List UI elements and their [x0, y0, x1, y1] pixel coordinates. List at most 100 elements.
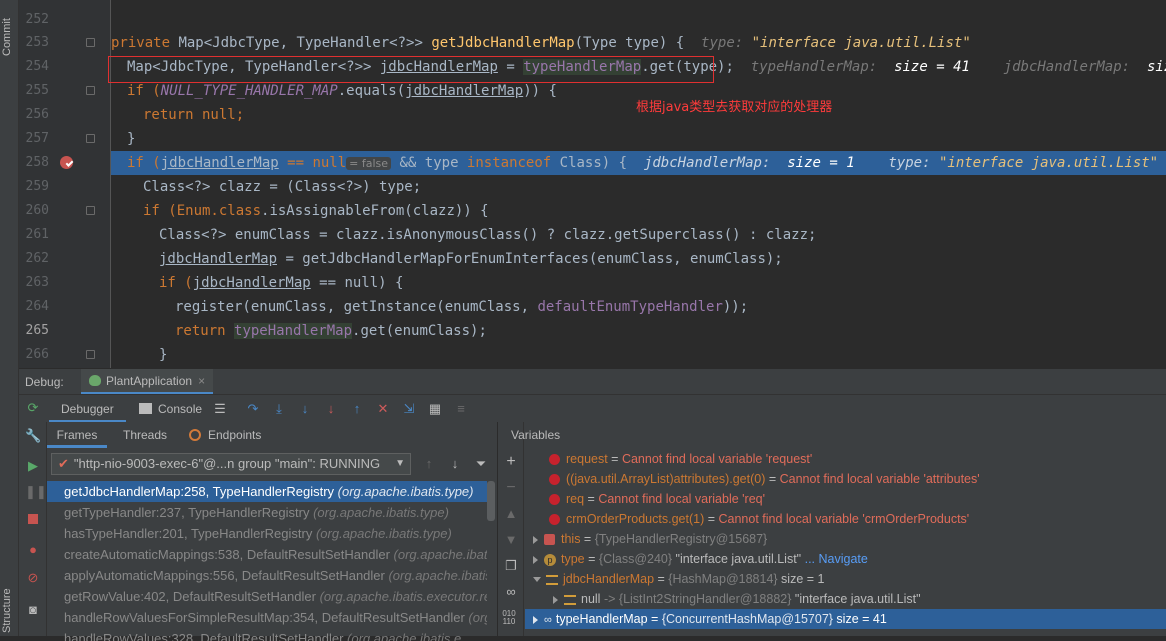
line-number: 257: [25, 131, 49, 146]
copy-icon[interactable]: ❐: [503, 558, 519, 574]
frame-row[interactable]: handleRowValuesForSimpleResultMap:354, D…: [47, 607, 487, 628]
error-icon: [549, 474, 560, 486]
code-line-253: private Map<JdbcType, TypeHandler<?>> ge…: [111, 35, 971, 51]
debugger-toolbar: Debugger Console ☰ ↷ ⤓ ↓ ↓ ↑ ✕ ⇲ ▦ ≡: [19, 394, 1166, 423]
stop-icon[interactable]: [28, 514, 38, 524]
step-over-icon[interactable]: ⤓: [271, 401, 287, 417]
expand-arrow-icon[interactable]: [553, 595, 558, 604]
line-number: 263: [25, 275, 49, 290]
code-editor[interactable]: 252 253 254 255 256 257 258 259 260 261 262 263 264 2…: [19, 0, 1166, 368]
variable-row-type[interactable]: p type = {Class@240} "interface java.util…: [525, 549, 1166, 569]
structure-tab[interactable]: Structure: [1, 586, 18, 636]
expand-arrow-icon[interactable]: [533, 535, 538, 544]
variable-row-typeHandlerMap[interactable]: ∞ typeHandlerMap = {ConcurrentHashMap@157…: [525, 609, 1166, 629]
rerun-icon[interactable]: ⟳: [25, 400, 41, 416]
commit-tab[interactable]: Commit: [1, 6, 18, 68]
variable-row-jdbcHandlerMap[interactable]: jdbcHandlerMap = {HashMap@18814} size = …: [525, 569, 1166, 589]
view-breakpoints-icon[interactable]: ●: [25, 542, 41, 558]
variable-row-this[interactable]: this = {TypeHandlerRegistry@15687}: [525, 529, 1166, 549]
settings-wrench-icon[interactable]: 🔧: [25, 428, 41, 444]
move-up-icon[interactable]: ▲: [503, 506, 519, 522]
expand-arrow-icon[interactable]: [533, 555, 538, 564]
drop-frame-icon[interactable]: ✕: [375, 401, 391, 417]
line-number: 256: [25, 107, 49, 122]
fold-marker[interactable]: [86, 206, 95, 215]
frame-row[interactable]: getTypeHandler:237, TypeHandlerRegistry …: [47, 502, 487, 523]
highlight-box: [108, 56, 714, 83]
filter-icon[interactable]: ⏷: [473, 456, 489, 472]
line-number: 254: [25, 59, 49, 74]
code-line-265: return typeHandlerMap.get(enumClass);: [175, 323, 487, 339]
evaluate-expression-icon[interactable]: ▦: [427, 401, 443, 417]
up-arrow-icon[interactable]: ↑: [421, 456, 437, 472]
variable-row-null-entry[interactable]: null -> {ListInt2StringHandler@18882} "i…: [525, 589, 1166, 609]
tab-debugger[interactable]: Debugger: [49, 395, 126, 423]
fold-marker[interactable]: [86, 350, 95, 359]
line-number: 258: [25, 155, 49, 170]
menu-icon[interactable]: ☰: [212, 401, 228, 417]
tab-endpoints[interactable]: Endpoints: [208, 428, 261, 442]
variables-tree: request = Cannot find local variable 're…: [525, 449, 1166, 639]
trace-icon[interactable]: ≡: [453, 401, 469, 417]
code-line-262: jdbcHandlerMap = getJdbcHandlerMapForEnu…: [159, 251, 783, 267]
variable-row-error[interactable]: crmOrderProducts.get(1) = Cannot find lo…: [525, 509, 1166, 529]
run-to-cursor-icon[interactable]: ⇲: [401, 401, 417, 417]
tab-frames[interactable]: Frames: [47, 422, 107, 448]
line-number: 260: [25, 203, 49, 218]
tab-console[interactable]: Console: [158, 395, 202, 423]
debug-header: Debug: PlantApplication ×: [19, 368, 1166, 395]
variable-row-error[interactable]: req = Cannot find local variable 'req': [525, 489, 1166, 509]
code-line-260: if (Enum.class.isAssignableFrom(clazz)) …: [143, 203, 489, 219]
error-icon: [549, 514, 560, 526]
step-into-icon[interactable]: ↓: [297, 401, 313, 417]
show-execution-point-icon[interactable]: ↷: [245, 401, 261, 417]
line-number: 252: [25, 12, 49, 27]
chevron-down-icon: ▼: [395, 458, 405, 469]
pause-icon[interactable]: ❚❚: [25, 484, 47, 500]
expand-arrow-icon[interactable]: [533, 615, 538, 624]
variables-title: Variables: [511, 428, 561, 442]
down-arrow-icon[interactable]: ↓: [447, 456, 463, 472]
line-number: 265: [25, 323, 49, 338]
close-icon[interactable]: ×: [198, 374, 205, 388]
fold-marker[interactable]: [86, 38, 95, 47]
move-down-icon[interactable]: ▼: [503, 532, 519, 548]
line-number: 261: [25, 227, 49, 242]
frame-row[interactable]: handleRowValues:328, DefaultResultSetHan…: [47, 628, 487, 641]
mute-breakpoints-icon[interactable]: ⊘: [25, 570, 41, 586]
line-number: 255: [25, 83, 49, 98]
frame-row[interactable]: applyAutomaticMappings:556, DefaultResul…: [47, 565, 487, 586]
variable-row-error[interactable]: request = Cannot find local variable 're…: [525, 449, 1166, 469]
frame-row-selected[interactable]: getJdbcHandlerMap:258, TypeHandlerRegist…: [47, 481, 487, 502]
step-out-icon[interactable]: ↑: [349, 401, 365, 417]
force-step-into-icon[interactable]: ↓: [323, 401, 339, 417]
left-tool-strip: Commit Structure: [0, 0, 19, 636]
frame-row[interactable]: createAutomaticMappings:538, DefaultResu…: [47, 544, 487, 565]
frame-row[interactable]: getRowValue:402, DefaultResultSetHandler…: [47, 586, 487, 607]
collapse-arrow-icon[interactable]: [533, 577, 541, 583]
line-number: 262: [25, 251, 49, 266]
resume-icon[interactable]: ▶: [25, 458, 41, 474]
annotation-note: 根据java类型去获取对应的处理器: [636, 100, 833, 115]
variable-list-icon: [546, 574, 558, 585]
glasses-icon: ∞: [544, 614, 552, 626]
fold-marker[interactable]: [86, 86, 95, 95]
remove-watch-icon[interactable]: −: [503, 480, 519, 496]
frame-row[interactable]: hasTypeHandler:201, TypeHandlerRegistry …: [47, 523, 487, 544]
debug-session-tab[interactable]: PlantApplication ×: [81, 369, 214, 395]
frames-scrollbar[interactable]: [487, 481, 495, 521]
variable-row-error[interactable]: ((java.util.ArrayList)attributes).get(0)…: [525, 469, 1166, 489]
camera-icon[interactable]: ◙: [25, 602, 41, 618]
code-line-257: }: [127, 131, 136, 147]
error-icon: [549, 454, 560, 466]
fold-marker[interactable]: [86, 134, 95, 143]
variables-panel: + − ▲ ▼ ❐ ∞ 010 110 Variables request = C…: [497, 422, 1166, 636]
tab-threads[interactable]: Threads: [123, 428, 167, 442]
debug-side-actions: ⟳ 🔧 ▶ ❚❚ ● ⊘ ◙: [19, 400, 47, 636]
binary-icon[interactable]: 010 110: [501, 610, 517, 626]
inline-value-hint: = false: [346, 157, 392, 170]
add-watch-icon[interactable]: +: [503, 454, 519, 470]
thread-selector[interactable]: ✔ "http-nio-9003-exec-6"@...n group "main…: [51, 453, 411, 475]
navigate-link[interactable]: ... Navigate: [801, 552, 868, 566]
glasses-icon[interactable]: ∞: [503, 584, 519, 600]
